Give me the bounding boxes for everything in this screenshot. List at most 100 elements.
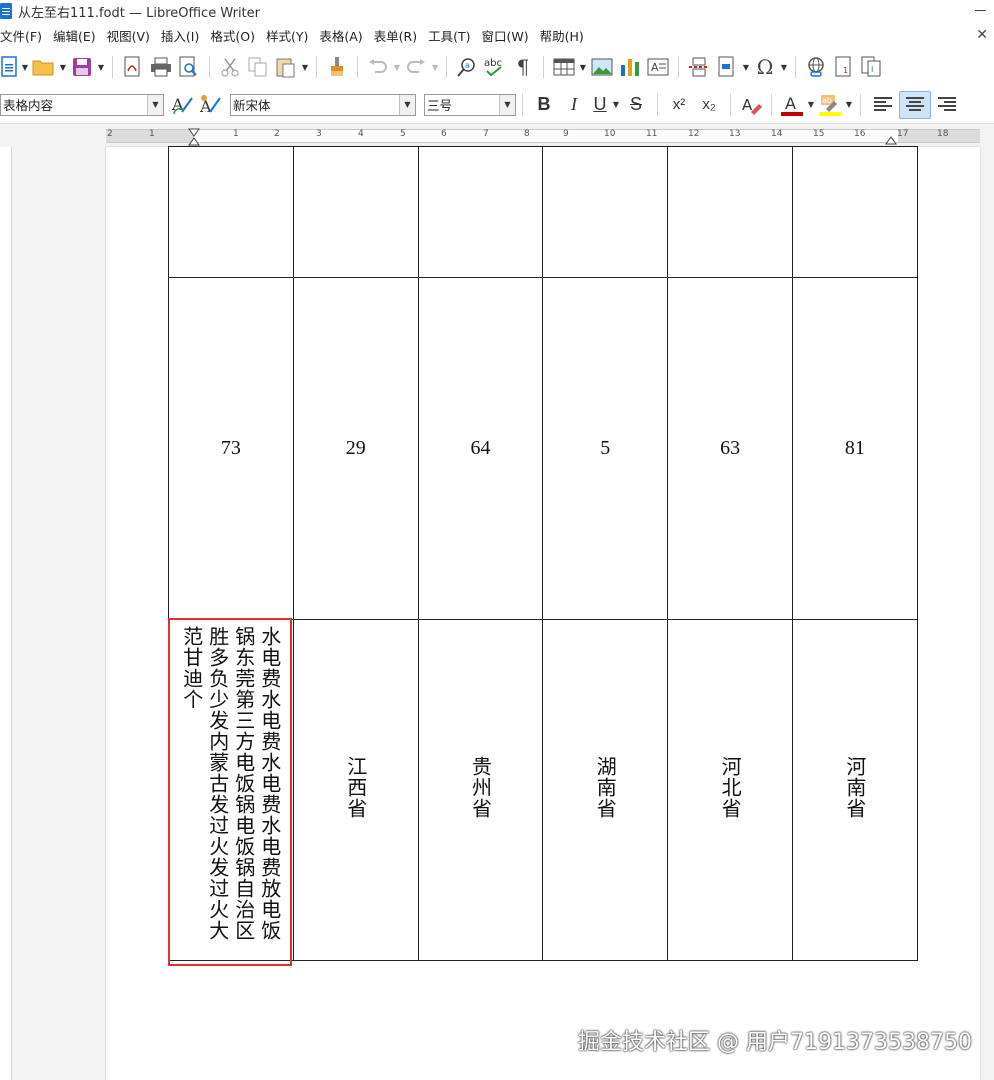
chevron-down-icon[interactable]: ▼ (741, 63, 751, 72)
table-cell[interactable]: 63 (667, 277, 793, 620)
clone-formatting-icon[interactable] (323, 53, 351, 81)
insert-chart-icon[interactable] (616, 53, 644, 81)
menu-window[interactable]: 窗口(W) (482, 26, 535, 45)
save-icon[interactable] (68, 53, 96, 81)
page-break-icon[interactable] (685, 53, 713, 81)
formatting-marks-icon[interactable]: ¶ (509, 53, 537, 81)
document-table[interactable]: 73 29 64 5 63 81 水电费水电费水电费水电费放电饭锅东莞第三方电饭… (168, 146, 918, 961)
table-cell[interactable]: 河北省 (667, 619, 793, 961)
cut-icon[interactable] (216, 53, 244, 81)
superscript-button[interactable]: x² (664, 91, 694, 119)
table-cell[interactable] (667, 146, 793, 278)
menu-form[interactable]: 表单(R) (374, 26, 423, 45)
font-color-icon[interactable]: A (778, 91, 806, 119)
table-cell[interactable] (417, 146, 544, 278)
menu-format[interactable]: 格式(O) (210, 26, 261, 45)
special-character-icon[interactable]: Ω (751, 53, 779, 81)
chevron-down-icon[interactable]: ▼ (844, 100, 854, 109)
table-cell[interactable]: 湖南省 (542, 619, 669, 961)
paste-icon[interactable] (272, 53, 300, 81)
menu-insert[interactable]: 插入(I) (161, 26, 205, 45)
svg-text:1: 1 (843, 66, 848, 75)
insert-image-icon[interactable] (588, 53, 616, 81)
menu-tools[interactable]: 工具(T) (428, 26, 476, 45)
close-document-icon[interactable]: ✕ (976, 27, 988, 43)
vertical-ruler[interactable] (0, 147, 12, 1080)
copy-icon[interactable] (244, 53, 272, 81)
print-preview-icon[interactable] (175, 53, 203, 81)
menu-help[interactable]: 帮助(H) (540, 26, 590, 45)
table-cell[interactable]: 5 (542, 277, 669, 620)
table-cell[interactable]: 江西省 (292, 619, 419, 961)
menu-styles[interactable]: 样式(Y) (266, 26, 314, 45)
align-center-icon[interactable] (899, 90, 931, 119)
spelling-icon[interactable]: abc (481, 53, 509, 81)
menu-table[interactable]: 表格(A) (319, 26, 368, 45)
find-replace-icon[interactable]: a (453, 53, 481, 81)
menu-view[interactable]: 视图(V) (107, 26, 156, 45)
chevron-down-icon[interactable]: ▼ (399, 94, 415, 115)
chevron-down-icon[interactable]: ▼ (300, 63, 310, 72)
align-right-icon[interactable] (931, 91, 963, 119)
insert-textbox-icon[interactable]: A (644, 53, 672, 81)
hyperlink-icon[interactable] (802, 53, 830, 81)
ruler-label: 3 (316, 129, 322, 139)
subscript-button[interactable]: x₂ (694, 91, 724, 119)
print-icon[interactable] (147, 53, 175, 81)
footnote-icon[interactable]: 1 (830, 53, 858, 81)
chevron-down-icon[interactable]: ▼ (499, 94, 515, 115)
table-cell[interactable] (292, 146, 419, 278)
font-name-combo[interactable]: 新宋体 ▼ (230, 93, 416, 116)
right-indent-marker-icon[interactable] (885, 135, 897, 145)
insert-field-icon[interactable] (713, 53, 741, 81)
ruler-label: 2 (107, 129, 113, 139)
chevron-down-icon[interactable]: ▼ (392, 63, 402, 72)
font-size-combo[interactable]: 三号 ▼ (424, 93, 516, 116)
table-cell[interactable]: 73 (168, 277, 294, 620)
vertical-cell-text: 河北省 (718, 755, 743, 819)
highlight-color-icon[interactable]: ab (816, 91, 844, 119)
bold-button[interactable]: B (529, 91, 559, 119)
menu-edit[interactable]: 编辑(E) (53, 26, 102, 45)
open-folder-icon[interactable] (30, 53, 58, 81)
table-cell[interactable]: 64 (417, 277, 544, 620)
align-left-icon[interactable] (867, 91, 899, 119)
chevron-down-icon[interactable]: ▼ (96, 63, 106, 72)
svg-text:I: I (871, 65, 873, 74)
chevron-down-icon[interactable]: ▼ (20, 63, 30, 72)
table-cell[interactable] (791, 146, 918, 278)
insert-table-icon[interactable] (550, 53, 578, 81)
strikethrough-button[interactable]: S (621, 91, 651, 119)
underline-button[interactable]: U (589, 91, 611, 119)
minimize-icon[interactable] (975, 10, 986, 11)
new-style-icon[interactable]: A (196, 91, 224, 119)
document-page[interactable]: 73 29 64 5 63 81 水电费水电费水电费水电费放电饭锅东莞第三方电饭… (106, 146, 980, 1080)
table-cell[interactable]: 81 (791, 277, 918, 620)
chevron-down-icon[interactable]: ▼ (578, 63, 588, 72)
indent-marker-icon[interactable] (188, 128, 200, 146)
chevron-down-icon[interactable]: ▼ (147, 94, 163, 115)
ruler-label: 12 (688, 129, 700, 139)
table-cell[interactable]: 贵州省 (417, 619, 544, 961)
redo-icon[interactable] (402, 53, 430, 81)
menu-file[interactable]: 文件(F) (0, 26, 48, 45)
clear-formatting-icon[interactable]: A (737, 91, 765, 119)
chevron-down-icon[interactable]: ▼ (611, 100, 621, 109)
table-cell[interactable]: 河南省 (791, 619, 918, 961)
chevron-down-icon[interactable]: ▼ (58, 63, 68, 72)
italic-button[interactable]: I (559, 91, 589, 119)
chevron-down-icon[interactable]: ▼ (430, 63, 440, 72)
paragraph-style-combo[interactable]: 表格内容 ▼ (0, 93, 164, 116)
new-document-icon[interactable] (0, 53, 20, 81)
horizontal-ruler[interactable]: 2 1 1 2 3 4 5 6 7 8 9 10 11 12 13 14 15 … (0, 125, 994, 147)
chevron-down-icon[interactable]: ▼ (779, 63, 789, 72)
chevron-down-icon[interactable]: ▼ (806, 100, 816, 109)
table-cell[interactable]: 29 (292, 277, 419, 620)
export-pdf-icon[interactable] (119, 53, 147, 81)
table-cell[interactable] (542, 146, 669, 278)
comment-icon[interactable]: I (858, 53, 886, 81)
undo-icon[interactable] (364, 53, 392, 81)
update-style-icon[interactable]: A (168, 91, 196, 119)
table-cell-vertical-text[interactable]: 水电费水电费水电费水电费放电饭锅东莞第三方电饭锅电饭锅自治区胜多负少发内蒙古发过… (168, 619, 294, 961)
table-cell[interactable] (168, 146, 294, 278)
